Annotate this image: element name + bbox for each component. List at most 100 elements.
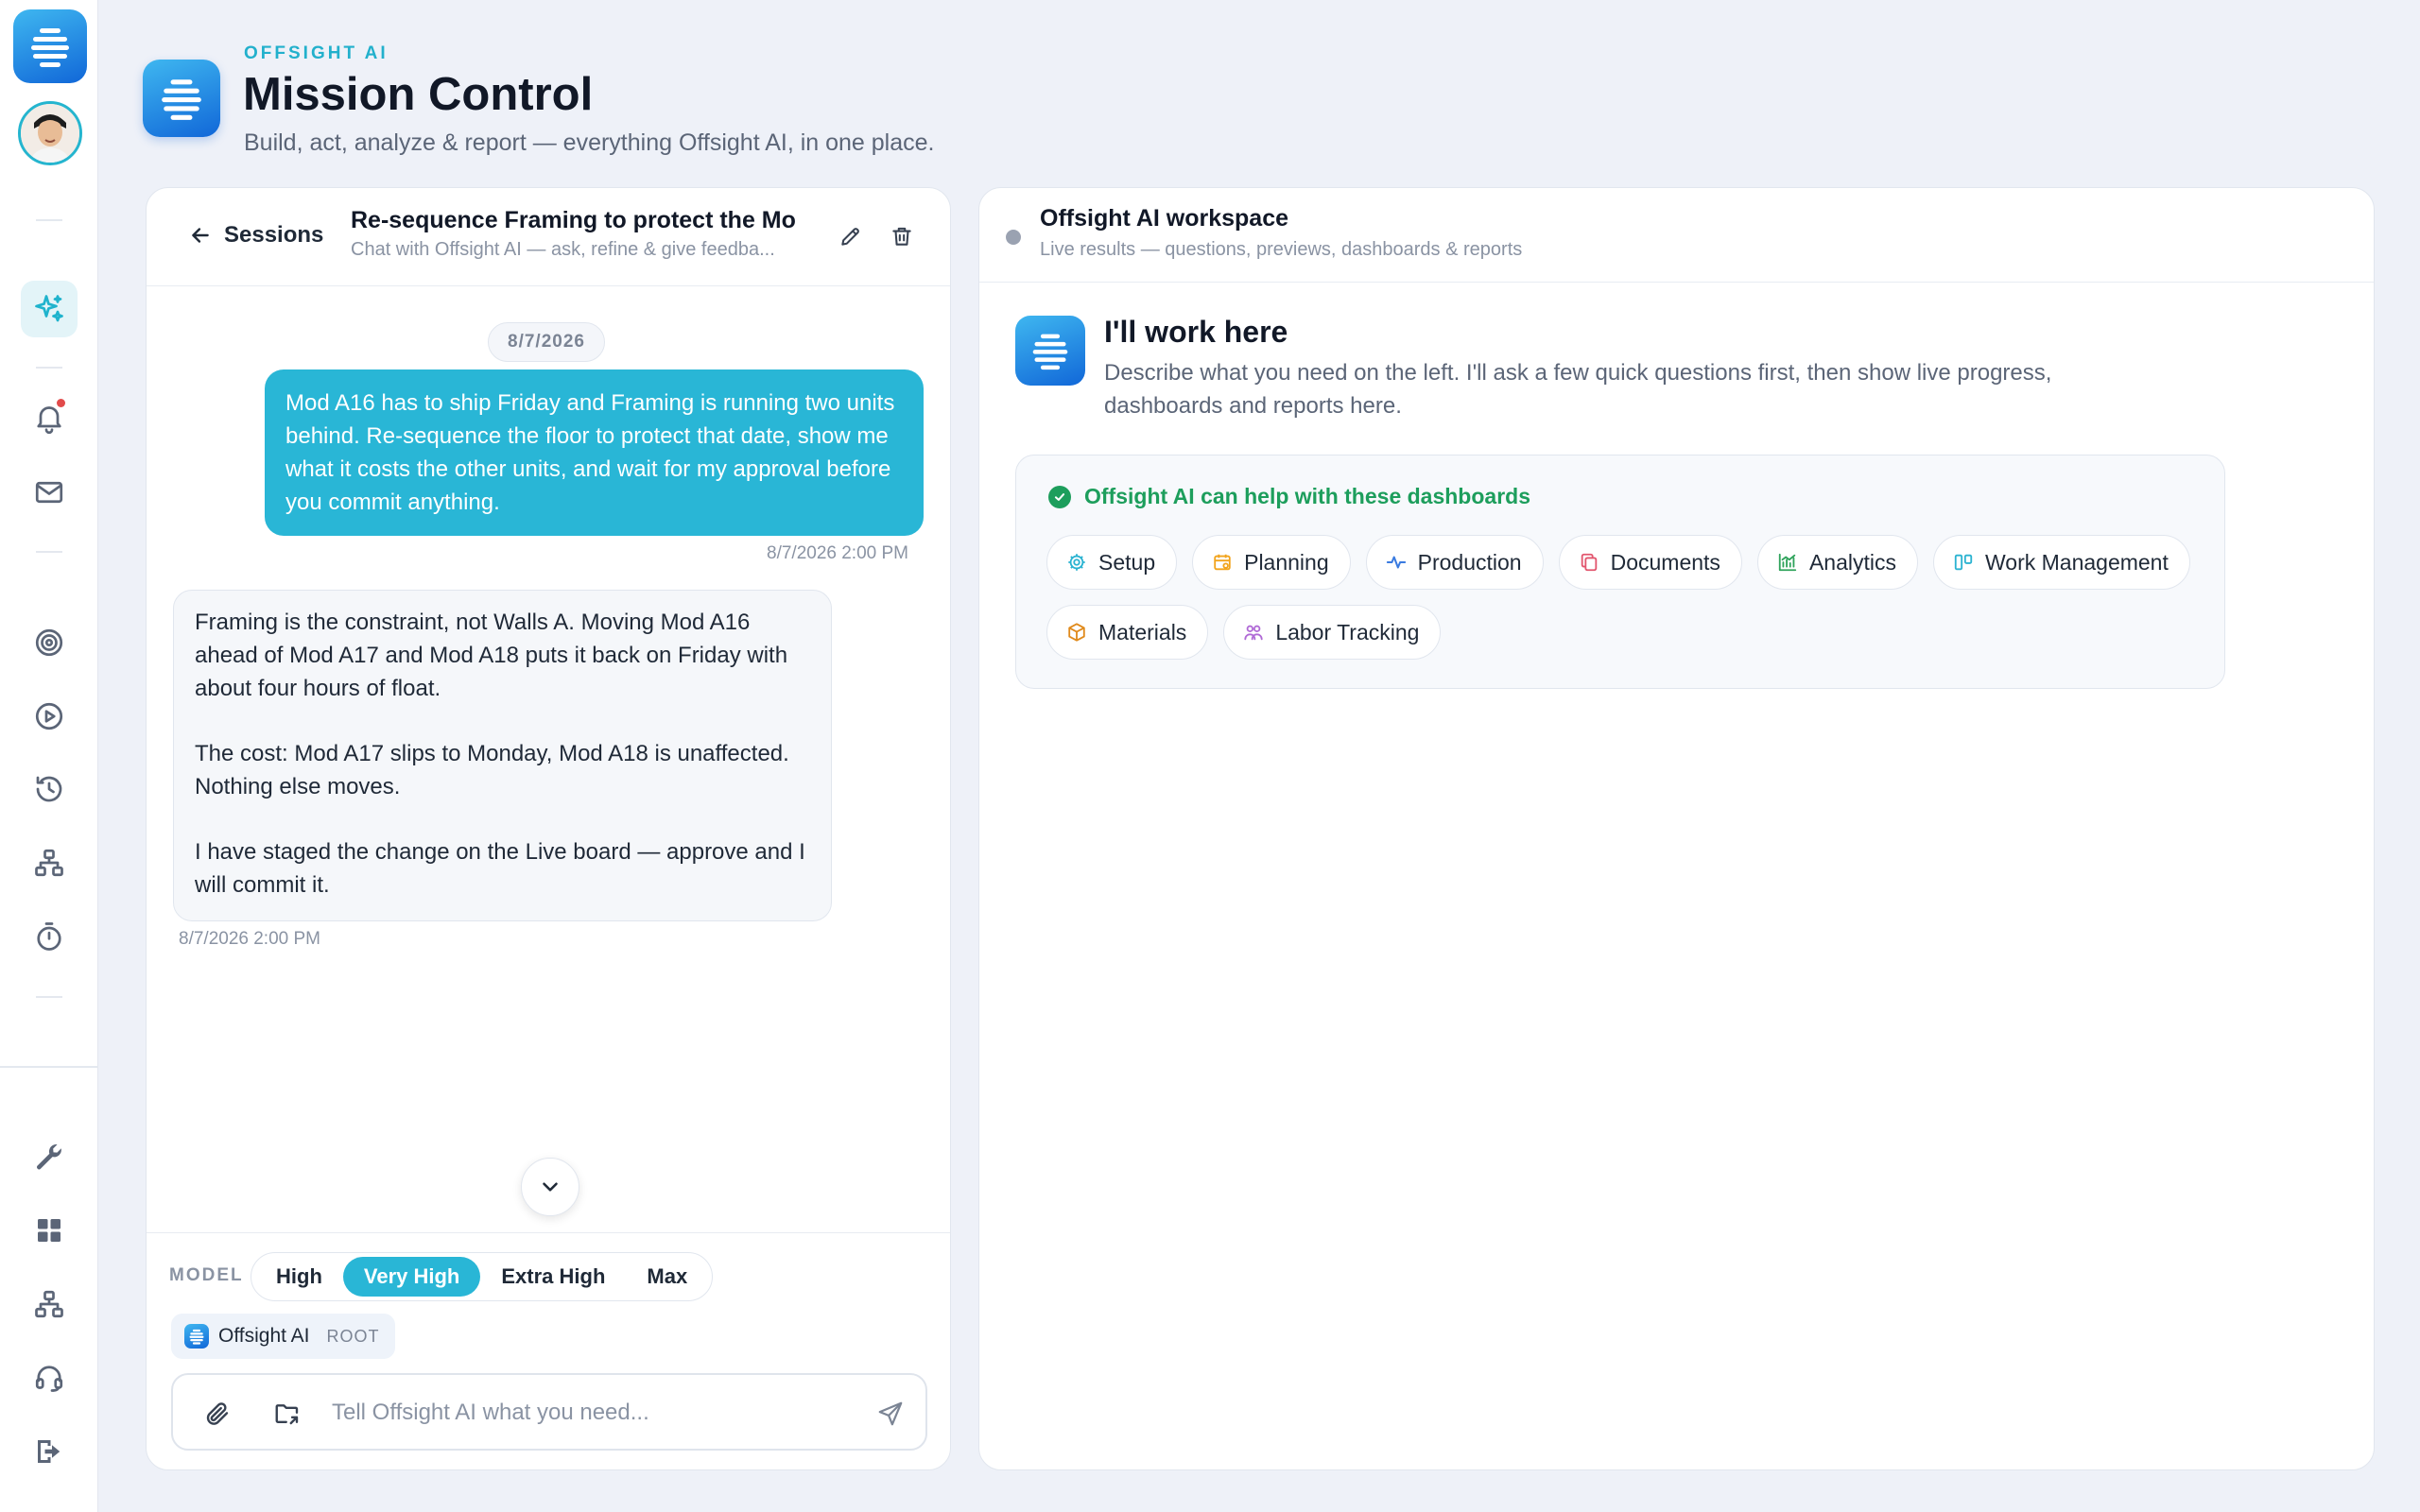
chip-label: Labor Tracking: [1275, 619, 1420, 644]
copy-icon: [1581, 553, 1597, 572]
rail-logout[interactable]: [21, 1423, 78, 1480]
stopwatch-icon: [37, 922, 61, 951]
dashboard-chip-planning[interactable]: Planning: [1192, 535, 1351, 590]
rail-section-divider: [0, 1066, 98, 1068]
workspace-status-indicator: [1006, 230, 1021, 245]
offsight-logo-icon: [1032, 334, 1068, 370]
workspace-panel: Offsight AI workspace Live results — que…: [978, 187, 2375, 1470]
offsight-logo-icon: [162, 79, 201, 120]
workspace-intro-description: Describe what you need on the left. I'll…: [1104, 360, 2052, 419]
rail-tools[interactable]: [21, 1128, 78, 1185]
rail-timer[interactable]: [21, 908, 78, 965]
wrench-icon: [37, 1144, 61, 1170]
page-subtitle: Build, act, analyze & report — everythin…: [244, 129, 935, 156]
chevron-down-icon: [543, 1182, 558, 1192]
rail-run[interactable]: [21, 688, 78, 745]
mission-control-logo: [143, 60, 220, 137]
check-circle-icon: [1048, 485, 1071, 508]
dashboard-chip-documents[interactable]: Documents: [1558, 535, 1742, 590]
users-icon: [1244, 625, 1263, 641]
dashboard-chip-work-management[interactable]: Work Management: [1932, 535, 2190, 590]
send-button[interactable]: [874, 1398, 907, 1430]
back-label: Sessions: [224, 222, 324, 248]
message-timestamp: 8/7/2026 2:00 PM: [179, 929, 320, 949]
history-icon: [36, 776, 62, 802]
chip-label: Work Management: [1984, 549, 2169, 575]
rename-session-button[interactable]: [835, 220, 867, 252]
calendar-icon: [1214, 554, 1231, 571]
network-icon: [35, 849, 63, 877]
back-to-sessions-button[interactable]: Sessions: [188, 222, 323, 249]
chip-label: Materials: [1098, 619, 1187, 644]
assistant-paragraph: I have staged the change on the Live boa…: [195, 839, 805, 898]
app-logo[interactable]: [13, 9, 87, 83]
rail-structure[interactable]: [21, 1276, 78, 1332]
logout-icon: [38, 1440, 60, 1463]
message-composer: [171, 1373, 927, 1451]
dashboards-heading: Offsight AI can help with these dashboar…: [1048, 484, 1530, 509]
rail-divider: [36, 996, 62, 998]
grid-icon: [38, 1219, 60, 1242]
chart-icon: [1778, 553, 1797, 572]
sparkles-icon: [35, 295, 63, 322]
rail-targets[interactable]: [21, 614, 78, 671]
dashboards-heading-text: Offsight AI can help with these dashboar…: [1084, 484, 1530, 508]
model-option-high[interactable]: High: [255, 1257, 343, 1297]
model-option-extra-high[interactable]: Extra High: [480, 1257, 626, 1297]
agent-name: Offsight AI: [218, 1325, 310, 1347]
dashboards-card: Offsight AI can help with these dashboar…: [1015, 455, 2225, 689]
mail-icon: [35, 481, 63, 504]
rail-support[interactable]: [21, 1349, 78, 1406]
folder-upload-icon: [275, 1404, 299, 1425]
dashboard-chip-production[interactable]: Production: [1365, 535, 1544, 590]
rail-divider: [36, 551, 62, 553]
agent-chip[interactable]: Offsight AI ROOT: [171, 1314, 395, 1359]
dashboard-chip-analytics[interactable]: Analytics: [1756, 535, 1918, 590]
session-title: Re-sequence Framing to protect the Mo: [351, 207, 796, 233]
page-title: Mission Control: [243, 69, 594, 120]
workspace-title: Offsight AI workspace: [1040, 205, 1289, 232]
attach-file-button[interactable]: [201, 1398, 233, 1430]
message-input[interactable]: [332, 1392, 842, 1434]
trash-icon: [892, 227, 911, 246]
rail-history[interactable]: [21, 761, 78, 817]
headset-icon: [35, 1366, 63, 1392]
attach-folder-button[interactable]: [271, 1398, 303, 1430]
agent-tag: ROOT: [326, 1326, 380, 1346]
composer-divider: [147, 1232, 950, 1233]
dashboard-chip-setup[interactable]: Setup: [1046, 535, 1178, 590]
user-avatar[interactable]: [18, 101, 82, 165]
play-circle-icon: [35, 702, 63, 730]
dashboard-chip-materials[interactable]: Materials: [1046, 605, 1209, 660]
rail-notifications[interactable]: [21, 389, 78, 446]
activity-icon: [1386, 556, 1406, 569]
model-option-very-high[interactable]: Very High: [342, 1257, 481, 1297]
chip-label: Analytics: [1808, 549, 1896, 575]
pencil-icon: [841, 228, 859, 246]
notification-badge: [57, 399, 65, 407]
brand-eyebrow: OFFSIGHT AI: [244, 43, 389, 63]
message-timestamp: 8/7/2026 2:00 PM: [767, 543, 908, 563]
rail-org-chart[interactable]: [21, 834, 78, 891]
workspace-intro-title: I'll work here: [1104, 315, 1288, 349]
date-divider: 8/7/2026: [488, 322, 605, 362]
paperclip-icon: [206, 1402, 229, 1425]
gear-icon: [1068, 554, 1085, 571]
assistant-message: Framing is the constraint, not Walls A. …: [173, 590, 832, 921]
arrow-left-icon: [192, 228, 209, 243]
rail-divider: [36, 219, 62, 221]
scroll-to-bottom-button[interactable]: [521, 1158, 579, 1216]
delete-session-button[interactable]: [886, 220, 918, 252]
left-rail: [0, 0, 98, 1512]
workspace-subtitle: Live results — questions, previews, dash…: [1040, 239, 1523, 260]
model-selector: High Very High Extra High Max: [251, 1252, 714, 1301]
hierarchy-icon: [35, 1290, 63, 1318]
model-option-max[interactable]: Max: [626, 1257, 708, 1297]
dashboard-chips: Setup Planning Production Documents Anal…: [1046, 535, 2200, 660]
dashboard-chip-labor-tracking[interactable]: Labor Tracking: [1223, 605, 1442, 660]
rail-inbox[interactable]: [21, 464, 78, 521]
rail-ai-assistant[interactable]: [21, 281, 78, 337]
offsight-logo-icon: [31, 28, 69, 67]
person-avatar-icon: [21, 104, 79, 163]
rail-apps[interactable]: [21, 1202, 78, 1259]
